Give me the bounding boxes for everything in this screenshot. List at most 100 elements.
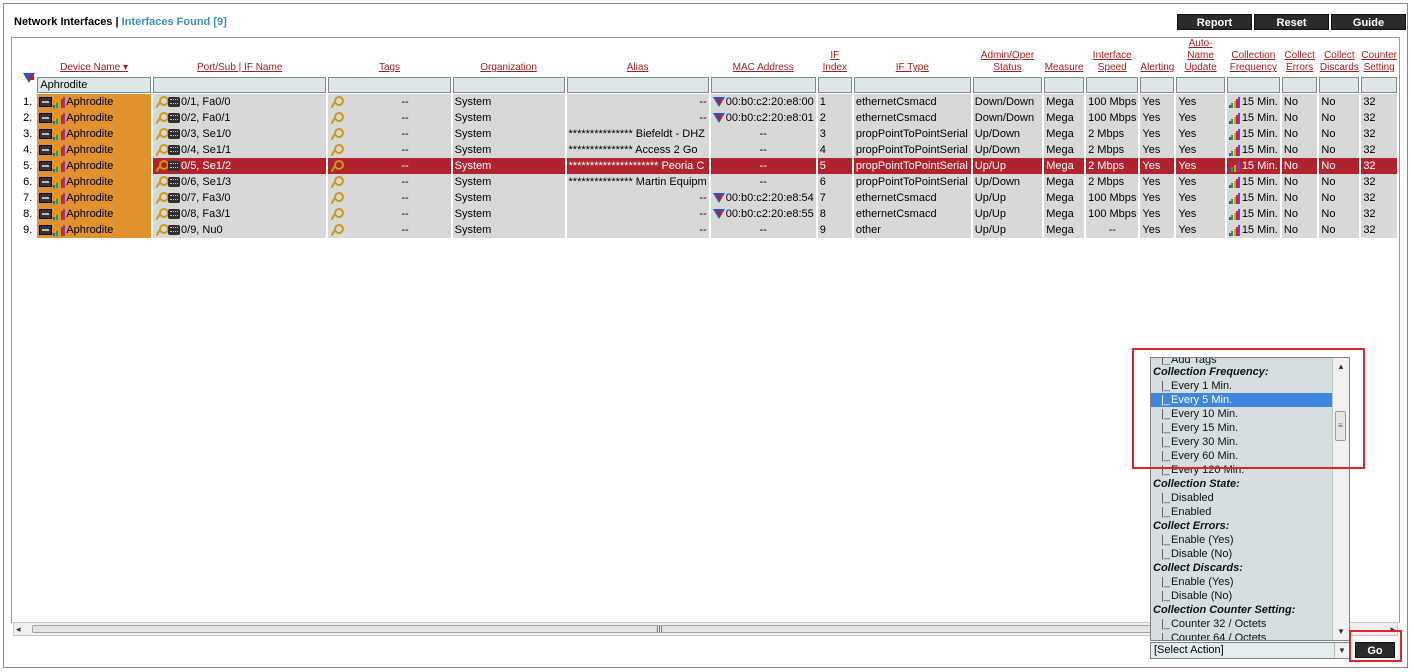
performance-bars-icon[interactable] <box>1228 208 1241 220</box>
column-filter-input[interactable] <box>1176 77 1225 93</box>
performance-bars-icon[interactable] <box>53 208 65 220</box>
col-header-11[interactable]: Alerting <box>1140 38 1174 76</box>
key-icon[interactable] <box>330 192 345 204</box>
column-filter-input[interactable] <box>1361 77 1397 93</box>
column-filter-input[interactable] <box>328 77 451 93</box>
port-cell[interactable]: 0/8, Fa3/1 <box>153 206 327 222</box>
table-row[interactable]: 4. Aphrodite 0/4, Se1/1 -- System ***********… <box>14 142 1397 158</box>
reset-button[interactable]: Reset <box>1254 14 1329 30</box>
column-filter-input[interactable] <box>1319 77 1360 93</box>
device-name-cell[interactable]: Aphrodite <box>37 222 152 238</box>
action-menu-option[interactable]: |_Enabled <box>1151 505 1333 519</box>
table-row[interactable]: 7. Aphrodite 0/7, Fa3/0 -- System -- 00:b0:c2:… <box>14 190 1397 206</box>
key-icon[interactable] <box>330 128 345 140</box>
column-filter-input[interactable] <box>1086 77 1139 93</box>
performance-bars-icon[interactable] <box>53 144 65 156</box>
device-icon[interactable] <box>39 225 53 236</box>
action-menu-scroll-thumb[interactable]: ≡ <box>1335 411 1346 441</box>
mac-filter-icon[interactable] <box>712 112 725 124</box>
device-name-cell[interactable]: Aphrodite <box>37 190 152 206</box>
key-icon[interactable] <box>330 144 345 156</box>
device-icon[interactable] <box>39 145 53 156</box>
key-icon[interactable] <box>155 176 170 188</box>
collection-frequency-cell[interactable]: 15 Min. <box>1226 94 1280 110</box>
column-filter-input[interactable] <box>972 77 1043 93</box>
col-header-14[interactable]: Collect Errors <box>1282 38 1318 76</box>
col-header-3[interactable]: Organization <box>453 38 565 76</box>
action-menu-option[interactable]: |_Disable (No) <box>1151 547 1333 561</box>
col-header-16[interactable]: Counter Setting <box>1361 38 1397 76</box>
device-icon[interactable] <box>39 113 53 124</box>
port-cell[interactable]: 0/1, Fa0/0 <box>153 94 327 110</box>
col-header-2[interactable]: Tags <box>328 38 450 76</box>
collection-frequency-cell[interactable]: 15 Min. <box>1226 110 1280 126</box>
column-filter-input[interactable] <box>710 77 816 93</box>
performance-bars-icon[interactable] <box>53 112 65 124</box>
col-header-13[interactable]: Collection Frequency <box>1227 38 1280 76</box>
column-filter-input[interactable] <box>153 77 327 93</box>
performance-bars-icon[interactable] <box>1228 176 1241 188</box>
device-name-cell[interactable]: Aphrodite <box>37 110 152 126</box>
action-menu-option[interactable]: |_Disabled <box>1151 491 1333 505</box>
mac-address-cell[interactable]: 00:b0:c2:20:e8:00 <box>710 94 816 110</box>
col-header-5[interactable]: MAC Address <box>711 38 816 76</box>
action-menu-option[interactable]: |_Every 120 Min. <box>1151 463 1333 477</box>
collection-frequency-cell[interactable]: 15 Min. <box>1226 174 1280 190</box>
col-header-4[interactable]: Alias <box>567 38 709 76</box>
key-icon[interactable] <box>155 96 170 108</box>
table-row[interactable]: 1. Aphrodite 0/1, Fa0/0 -- System -- 00:b0:c2:… <box>14 94 1397 110</box>
action-menu-option[interactable]: |_Counter 64 / Octets <box>1151 631 1333 640</box>
column-filter-input[interactable] <box>817 77 852 93</box>
select-action-dropdown[interactable]: [Select Action] ▼ <box>1150 642 1350 659</box>
performance-bars-icon[interactable] <box>53 128 65 140</box>
performance-bars-icon[interactable] <box>1228 160 1241 172</box>
table-row[interactable]: 5. Aphrodite 0/5, Se1/2 -- System ***********… <box>14 158 1397 174</box>
col-header-9[interactable]: Measure <box>1044 38 1084 76</box>
scroll-down-icon[interactable]: ▼ <box>1337 627 1345 636</box>
action-menu-option[interactable]: |_Disable (No) <box>1151 589 1333 603</box>
column-filter-input[interactable] <box>566 77 709 93</box>
action-menu-option[interactable]: |_Every 60 Min. <box>1151 449 1333 463</box>
column-filter-input[interactable] <box>1044 77 1085 93</box>
port-cell[interactable]: 0/2, Fa0/1 <box>153 110 327 126</box>
column-filter-input[interactable] <box>452 77 565 93</box>
performance-bars-icon[interactable] <box>53 160 65 172</box>
collection-frequency-cell[interactable]: 15 Min. <box>1226 206 1280 222</box>
scroll-left-icon[interactable]: ◂ <box>16 624 21 635</box>
action-menu-option[interactable]: |_Every 15 Min. <box>1151 421 1333 435</box>
performance-bars-icon[interactable] <box>1228 144 1241 156</box>
table-row[interactable]: 2. Aphrodite 0/2, Fa0/1 -- System -- 00:b0:c2:… <box>14 110 1397 126</box>
port-cell[interactable]: 0/5, Se1/2 <box>153 158 327 174</box>
collection-frequency-cell[interactable]: 15 Min. <box>1226 142 1280 158</box>
key-icon[interactable] <box>155 144 170 156</box>
performance-bars-icon[interactable] <box>1228 96 1241 108</box>
device-name-cell[interactable]: Aphrodite <box>37 142 152 158</box>
action-menu-option[interactable]: |_Every 1 Min. <box>1151 379 1333 393</box>
action-menu-option[interactable]: |_Enable (Yes) <box>1151 575 1333 589</box>
column-filter-input[interactable] <box>1226 77 1280 93</box>
performance-bars-icon[interactable] <box>1228 112 1241 124</box>
key-icon[interactable] <box>155 208 170 220</box>
col-header-6[interactable]: IF Index <box>818 38 852 76</box>
key-icon[interactable] <box>330 112 345 124</box>
mac-address-cell[interactable]: 00:b0:c2:20:e8:01 <box>710 110 816 126</box>
device-name-filter-input[interactable]: Aphrodite <box>37 77 152 93</box>
key-icon[interactable] <box>330 224 345 236</box>
guide-button[interactable]: Guide <box>1331 14 1406 30</box>
action-menu-option[interactable]: |_Every 30 Min. <box>1151 435 1333 449</box>
key-icon[interactable] <box>330 160 345 172</box>
action-menu-option[interactable]: |_Add Tags <box>1151 358 1333 365</box>
table-row[interactable]: 9. Aphrodite 0/9, Nu0 -- System -- -- 9 other Up/… <box>14 222 1397 238</box>
performance-bars-icon[interactable] <box>53 176 65 188</box>
col-header-12[interactable]: Auto-Name Update <box>1176 38 1224 76</box>
key-icon[interactable] <box>330 208 345 220</box>
collection-frequency-cell[interactable]: 15 Min. <box>1226 126 1280 142</box>
key-icon[interactable] <box>155 160 170 172</box>
port-cell[interactable]: 0/3, Se1/0 <box>153 126 327 142</box>
report-button[interactable]: Report <box>1177 14 1252 30</box>
performance-bars-icon[interactable] <box>53 224 65 236</box>
col-header-15[interactable]: Collect Discards <box>1319 38 1359 76</box>
key-icon[interactable] <box>155 112 170 124</box>
filter-icon[interactable] <box>23 73 35 85</box>
action-menu-option[interactable]: |_Enable (Yes) <box>1151 533 1333 547</box>
